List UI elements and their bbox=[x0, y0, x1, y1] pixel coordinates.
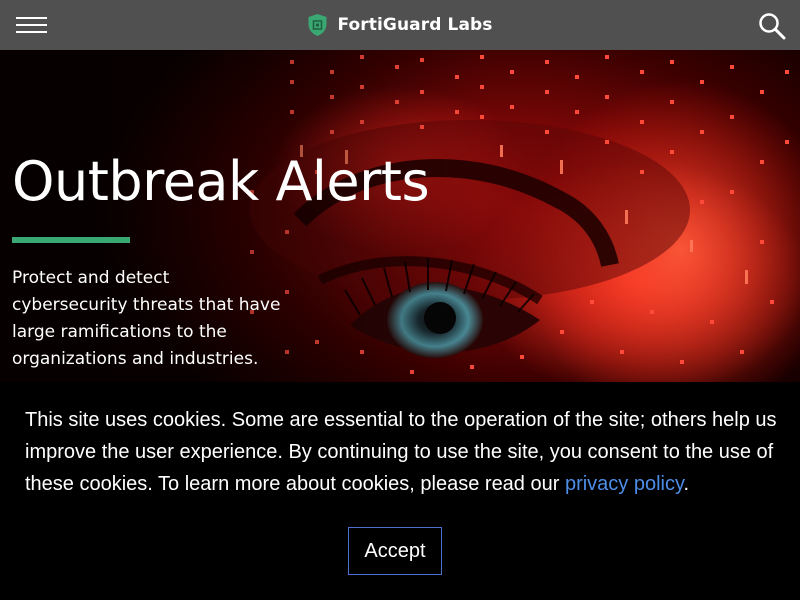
hero-banner: Outbreak Alerts Protect and detect cyber… bbox=[0, 50, 800, 382]
cookie-message-end: . bbox=[683, 473, 690, 495]
search-icon[interactable] bbox=[758, 12, 786, 40]
privacy-policy-link[interactable]: privacy policy bbox=[565, 473, 684, 495]
top-navigation-bar: FortiGuard Labs bbox=[0, 0, 800, 50]
title-accent-rule bbox=[12, 237, 130, 243]
cookie-message: This site uses cookies. Some are essenti… bbox=[25, 404, 785, 500]
hero-description: Protect and detect cybersecurity threats… bbox=[12, 268, 281, 369]
page-title: Outbreak Alerts bbox=[12, 150, 430, 213]
cookie-consent-banner: This site uses cookies. Some are essenti… bbox=[0, 382, 800, 600]
hamburger-menu-icon[interactable] bbox=[16, 15, 48, 37]
shield-logo-icon bbox=[308, 14, 327, 36]
accept-cookies-button[interactable]: Accept bbox=[348, 527, 442, 575]
brand-name: FortiGuard Labs bbox=[337, 15, 493, 35]
brand-logo-link[interactable]: FortiGuard Labs bbox=[307, 0, 492, 50]
